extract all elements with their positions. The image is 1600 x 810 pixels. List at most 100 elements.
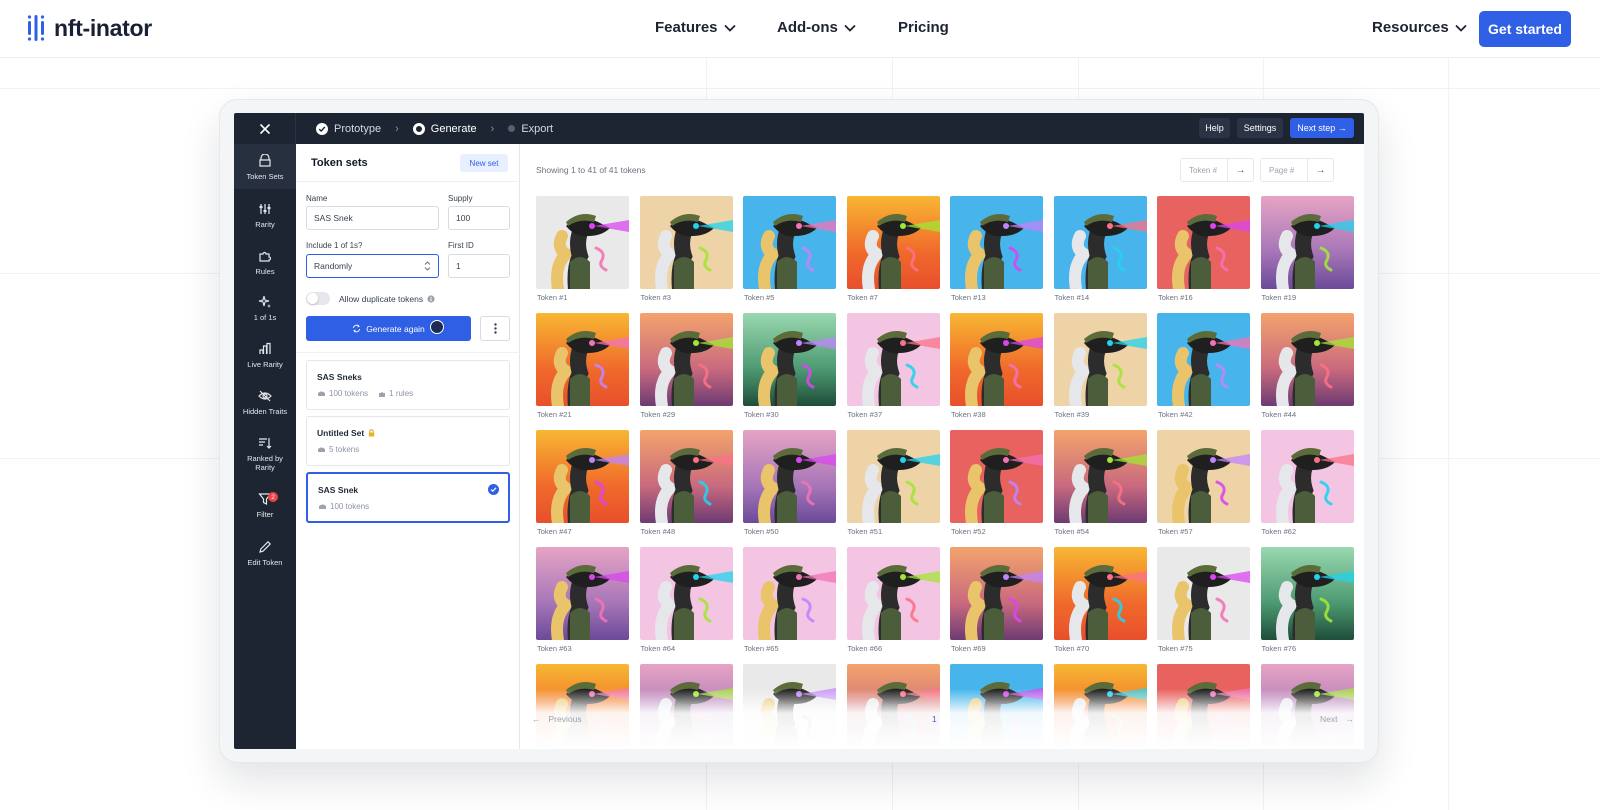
token-tile[interactable]: Token #16 xyxy=(1157,196,1250,302)
token-label: Token #69 xyxy=(951,644,986,653)
token-image xyxy=(950,196,1043,289)
snake-illustration xyxy=(654,448,733,523)
token-tile[interactable]: Token #48 xyxy=(639,430,733,536)
sidebar-item-ranked-by-rarity[interactable]: Ranked by Rarity xyxy=(234,436,296,472)
token-tile[interactable]: Token #39 xyxy=(1053,313,1147,419)
sidebar-item-rules[interactable]: Rules xyxy=(234,249,296,276)
token-image xyxy=(743,430,836,523)
token-image xyxy=(639,196,733,289)
token-tile[interactable]: Token #63 xyxy=(536,547,629,653)
current-page[interactable]: 1 xyxy=(932,714,937,724)
token-image xyxy=(1157,196,1250,289)
logo[interactable]: nft-inator xyxy=(26,13,152,43)
token-tile[interactable]: Token #54 xyxy=(1053,430,1147,536)
stepper: Prototype › Generate › Export xyxy=(316,113,553,144)
close-button[interactable] xyxy=(234,113,296,144)
name-field[interactable]: SAS Snek xyxy=(306,206,439,230)
sidebar-item-edit-token[interactable]: Edit Token xyxy=(234,540,296,567)
stack-icon xyxy=(318,447,325,452)
nav-resources-label: Resources xyxy=(1372,19,1449,36)
help-button[interactable]: Help xyxy=(1199,118,1230,138)
token-tile[interactable]: Token #57 xyxy=(1157,430,1250,536)
token-tile[interactable]: Token #38 xyxy=(950,313,1043,419)
token-image xyxy=(536,430,629,523)
token-set-card-selected[interactable]: SAS Snek 100 tokens xyxy=(306,472,510,523)
token-tile[interactable]: Token #30 xyxy=(743,313,836,419)
include-one-of-ones-select[interactable]: Randomly xyxy=(306,254,439,278)
info-icon xyxy=(427,295,435,303)
token-tile[interactable]: Token #65 xyxy=(743,547,836,653)
token-image xyxy=(950,547,1043,640)
supply-field[interactable]: 100 xyxy=(448,206,510,230)
token-set-meta: 100 tokens xyxy=(318,502,369,511)
generate-again-button[interactable]: Generate again xyxy=(306,316,471,341)
token-tile[interactable]: Token #50 xyxy=(743,430,836,536)
sidebar-item-1-of-1s[interactable]: 1 of 1s xyxy=(234,295,296,322)
sidebar-item-label: 1 of 1s xyxy=(253,313,277,322)
step-generate[interactable]: Generate xyxy=(412,122,477,135)
arrow-right-icon[interactable]: → xyxy=(1227,159,1253,181)
allow-duplicates-toggle[interactable] xyxy=(306,292,330,305)
nav-addons[interactable]: Add-ons xyxy=(777,19,856,36)
sidebar-item-filter[interactable]: 2 Filter xyxy=(234,492,296,519)
sidebar-item-token-sets[interactable]: Token Sets xyxy=(234,144,296,189)
token-tile[interactable]: Token #5 xyxy=(743,196,836,302)
next-page-button[interactable]: Next → xyxy=(1320,714,1354,724)
token-tile[interactable]: Token #44 xyxy=(1260,313,1354,419)
token-tile[interactable]: Token #76 xyxy=(1260,547,1354,653)
token-tile[interactable]: Token #3 xyxy=(639,196,733,302)
token-tile[interactable]: Token #47 xyxy=(536,430,629,536)
more-options-button[interactable] xyxy=(480,316,510,341)
token-label: Token #66 xyxy=(847,644,883,653)
token-tile[interactable]: Token #69 xyxy=(950,547,1043,653)
sidebar-item-hidden-traits[interactable]: Hidden Traits xyxy=(234,389,296,416)
token-tile[interactable]: Token #1 xyxy=(536,196,629,302)
token-tile[interactable]: Token #75 xyxy=(1157,547,1250,653)
token-label: Token #50 xyxy=(744,527,779,536)
token-tile[interactable]: Token #37 xyxy=(846,313,940,419)
step-prototype[interactable]: Prototype xyxy=(316,122,381,135)
step-export[interactable]: Export xyxy=(508,123,553,135)
token-tile[interactable]: Token #62 xyxy=(1260,430,1354,536)
token-count-text: 100 tokens xyxy=(330,502,370,511)
token-label: Token #1 xyxy=(537,293,568,302)
token-set-name: SAS Sneks xyxy=(317,372,362,382)
token-tile[interactable]: Token #66 xyxy=(846,547,940,653)
selected-check-icon xyxy=(488,484,499,495)
token-count: 100 tokens xyxy=(317,389,368,398)
token-sets-panel: Token sets New set Name SAS Snek Supply … xyxy=(296,144,520,749)
token-set-card[interactable]: Untitled Set 5 tokens xyxy=(306,416,510,466)
top-nav: nft-inator Features Add-ons Pricing Reso… xyxy=(0,0,1600,58)
token-tile[interactable]: Token #14 xyxy=(1053,196,1147,302)
settings-button[interactable]: Settings xyxy=(1237,118,1283,138)
sidebar-item-live-rarity[interactable]: Live Rarity xyxy=(234,342,296,369)
token-label: Token #75 xyxy=(1158,644,1193,653)
token-tile[interactable]: Token #51 xyxy=(846,430,940,536)
set-name-text: SAS Snek xyxy=(318,485,359,495)
token-tile[interactable]: Token #19 xyxy=(1260,196,1354,302)
token-set-card[interactable]: SAS Sneks 100 tokens 1 rules xyxy=(306,360,510,410)
token-tile[interactable]: Token #29 xyxy=(639,313,733,419)
next-step-button[interactable]: Next step → xyxy=(1290,118,1354,138)
token-tile[interactable]: Token #42 xyxy=(1157,313,1250,419)
token-number-search[interactable]: Token # → xyxy=(1180,158,1254,182)
token-tile[interactable]: Token #70 xyxy=(1053,547,1147,653)
sidebar-item-rarity[interactable]: Rarity xyxy=(234,202,296,229)
token-tile[interactable]: Token #7 xyxy=(846,196,940,302)
get-started-button[interactable]: Get started xyxy=(1479,11,1571,47)
arrow-right-icon[interactable]: → xyxy=(1307,159,1333,181)
new-set-button[interactable]: New set xyxy=(460,154,508,172)
nav-features[interactable]: Features xyxy=(655,19,736,36)
token-tile[interactable]: Token #64 xyxy=(639,547,733,653)
first-id-field[interactable]: 1 xyxy=(448,254,510,278)
nav-resources[interactable]: Resources xyxy=(1372,19,1467,36)
token-label: Token #52 xyxy=(951,527,986,536)
previous-page-button[interactable]: ← Previous xyxy=(532,714,582,724)
nav-pricing[interactable]: Pricing xyxy=(898,19,949,36)
token-image xyxy=(846,313,940,406)
token-tile[interactable]: Token #13 xyxy=(950,196,1043,302)
token-tile[interactable]: Token #21 xyxy=(536,313,629,419)
token-gallery: Showing 1 to 41 of 41 tokens Token # → P… xyxy=(520,144,1364,749)
token-tile[interactable]: Token #52 xyxy=(950,430,1043,536)
page-number-search[interactable]: Page # → xyxy=(1260,158,1334,182)
